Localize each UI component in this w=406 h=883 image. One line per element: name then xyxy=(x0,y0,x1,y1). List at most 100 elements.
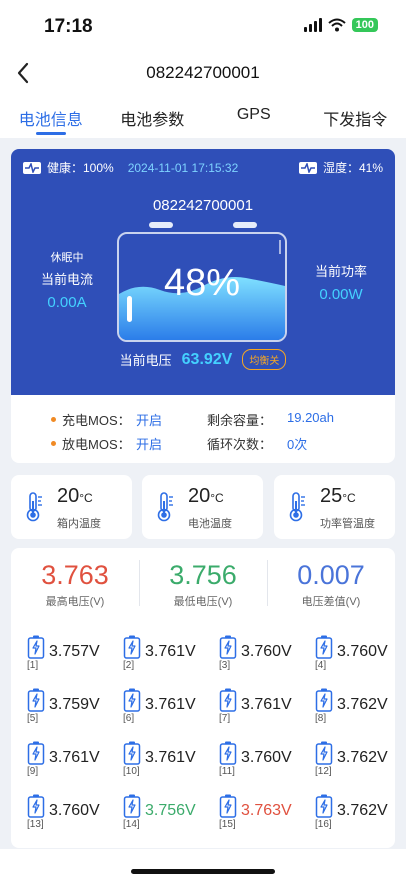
battery-level-badge: 100 xyxy=(351,18,378,32)
charge-mos-row: 充电MOS： 开启 xyxy=(51,410,162,429)
temp-card-box: 20°C 箱内温度 xyxy=(11,475,132,539)
power-value: 0.00W xyxy=(319,286,363,303)
cell-index: [10] xyxy=(123,766,140,777)
cell-item: [16] 3.762V xyxy=(313,794,405,834)
min-voltage-label: 最低电压(V) xyxy=(173,596,233,608)
battery-status-panel: 健康：100% 2024-11-01 17:15:32 湿度：41% 08224… xyxy=(11,149,395,395)
charge-mos-value: 开启 xyxy=(136,413,163,428)
tab-battery-params[interactable]: 电池参数 xyxy=(102,94,204,138)
cell-index: [5] xyxy=(27,713,39,724)
cell-voltage: 3.761V xyxy=(49,749,100,766)
diff-voltage-label: 电压差值(V) xyxy=(301,596,361,608)
status-bar: 17:18 100 xyxy=(0,0,406,54)
humidity-row: 湿度：41% xyxy=(298,159,383,176)
temp-label: 电池温度 xyxy=(188,518,232,530)
cell-voltage: 3.759V xyxy=(49,696,100,713)
cell-item: [1] 3.757V xyxy=(25,635,117,675)
device-id: 082242700001 xyxy=(152,197,254,214)
cell-index: [9] xyxy=(27,766,39,777)
cell-item: [14] 3.756V xyxy=(121,794,213,834)
temp-value: 25°C xyxy=(320,485,356,507)
current-value: 0.00A xyxy=(47,294,87,311)
cell-index: [3] xyxy=(219,660,231,671)
diff-voltage-value: 0.007 xyxy=(297,560,365,590)
cell-item: [4] 3.760V xyxy=(313,635,405,675)
battery-highlight xyxy=(127,296,132,322)
cell-item: [3] 3.760V xyxy=(217,635,309,675)
tab-send-command[interactable]: 下发指令 xyxy=(305,94,406,138)
voltage-value: 63.92V xyxy=(181,350,233,368)
voltage-row: 当前电压 63.92V 均衡关 xyxy=(11,349,395,370)
thermometer-icon xyxy=(157,492,173,522)
cell-voltage: 3.762V xyxy=(337,696,388,713)
page-title: 082242700001 xyxy=(146,63,260,82)
max-voltage-label: 最高电压(V) xyxy=(45,596,105,608)
cell-index: [1] xyxy=(27,660,39,671)
temp-value: 20°C xyxy=(188,485,224,507)
cell-item: [6] 3.761V xyxy=(121,688,213,728)
voltage-label: 当前电压 xyxy=(119,353,172,368)
bullet-dot-icon xyxy=(51,441,56,446)
cell-voltage: 3.761V xyxy=(145,749,196,766)
discharge-mos-value: 开启 xyxy=(136,437,163,452)
cell-voltage: 3.762V xyxy=(337,802,388,819)
tab-gps[interactable]: GPS xyxy=(203,94,305,138)
cell-voltage: 3.760V xyxy=(337,643,388,660)
cell-index: [16] xyxy=(315,819,332,830)
battery-graphic: 48% xyxy=(117,232,287,342)
cell-item: [15] 3.763V xyxy=(217,794,309,834)
cycles-value: 0次 xyxy=(287,437,308,452)
diff-voltage-stat: 0.007 电压差值(V) xyxy=(267,560,395,609)
cell-voltage: 3.763V xyxy=(241,802,292,819)
health-value: 健康：100% xyxy=(47,161,114,175)
state-label: 休眠中 xyxy=(50,252,84,264)
balance-badge: 均衡关 xyxy=(242,349,287,370)
remaining-label: 剩余容量： xyxy=(207,413,273,428)
cell-item: [5] 3.759V xyxy=(25,688,117,728)
health-row: 健康：100% 2024-11-01 17:15:32 xyxy=(23,159,238,176)
cellular-signal-icon xyxy=(303,18,322,32)
remaining-row: 剩余容量： 19.20ah xyxy=(207,410,334,429)
min-voltage-stat: 3.756 最低电压(V) xyxy=(139,560,267,609)
temp-card-mosfet: 25°C 功率管温度 xyxy=(274,475,395,539)
charge-mos-label: 充电MOS： xyxy=(62,413,131,428)
temp-value: 20°C xyxy=(57,485,93,507)
cell-index: [7] xyxy=(219,713,231,724)
cell-voltage: 3.757V xyxy=(49,643,100,660)
cell-voltage: 3.760V xyxy=(241,643,292,660)
cell-index: [14] xyxy=(123,819,140,830)
cell-voltage: 3.756V xyxy=(145,802,196,819)
cell-voltage: 3.760V xyxy=(241,749,292,766)
cell-voltage: 3.761V xyxy=(145,696,196,713)
cell-voltage: 3.762V xyxy=(337,749,388,766)
heartbeat-icon xyxy=(23,161,41,174)
temp-card-battery: 20°C 电池温度 xyxy=(142,475,263,539)
max-voltage-stat: 3.763 最高电压(V) xyxy=(11,560,139,609)
cell-voltage: 3.760V xyxy=(49,802,100,819)
cell-voltage: 3.761V xyxy=(241,696,292,713)
cell-item: [12] 3.762V xyxy=(313,741,405,781)
humidity-icon xyxy=(298,161,317,174)
cell-item: [2] 3.761V xyxy=(121,635,213,675)
cell-item: [7] 3.761V xyxy=(217,688,309,728)
tab-battery-info[interactable]: 电池信息 xyxy=(0,94,102,138)
home-bar-area xyxy=(0,849,406,883)
battery-terminal-right xyxy=(233,222,257,228)
cell-voltage: 3.761V xyxy=(145,643,196,660)
cycles-label: 循环次数： xyxy=(207,437,273,452)
cell-index: [11] xyxy=(219,766,235,777)
power-label: 当前功率 xyxy=(314,264,367,279)
cell-item: [10] 3.761V xyxy=(121,741,213,781)
battery-highlight-right xyxy=(279,240,281,254)
status-icons: 100 xyxy=(303,18,378,32)
cycles-row: 循环次数： 0次 xyxy=(207,434,307,453)
cell-voltage-card: 3.763 最高电压(V) 3.756 最低电压(V) 0.007 电压差值(V… xyxy=(11,548,395,848)
cell-index: [6] xyxy=(123,713,135,724)
cell-index: [13] xyxy=(27,819,44,830)
temp-label: 箱内温度 xyxy=(57,518,101,530)
max-voltage-value: 3.763 xyxy=(41,560,109,590)
cell-index: [15] xyxy=(219,819,236,830)
thermometer-icon xyxy=(289,492,305,522)
power-block: 当前功率 0.00W xyxy=(301,261,381,303)
humidity-value: 湿度：41% xyxy=(322,161,383,175)
